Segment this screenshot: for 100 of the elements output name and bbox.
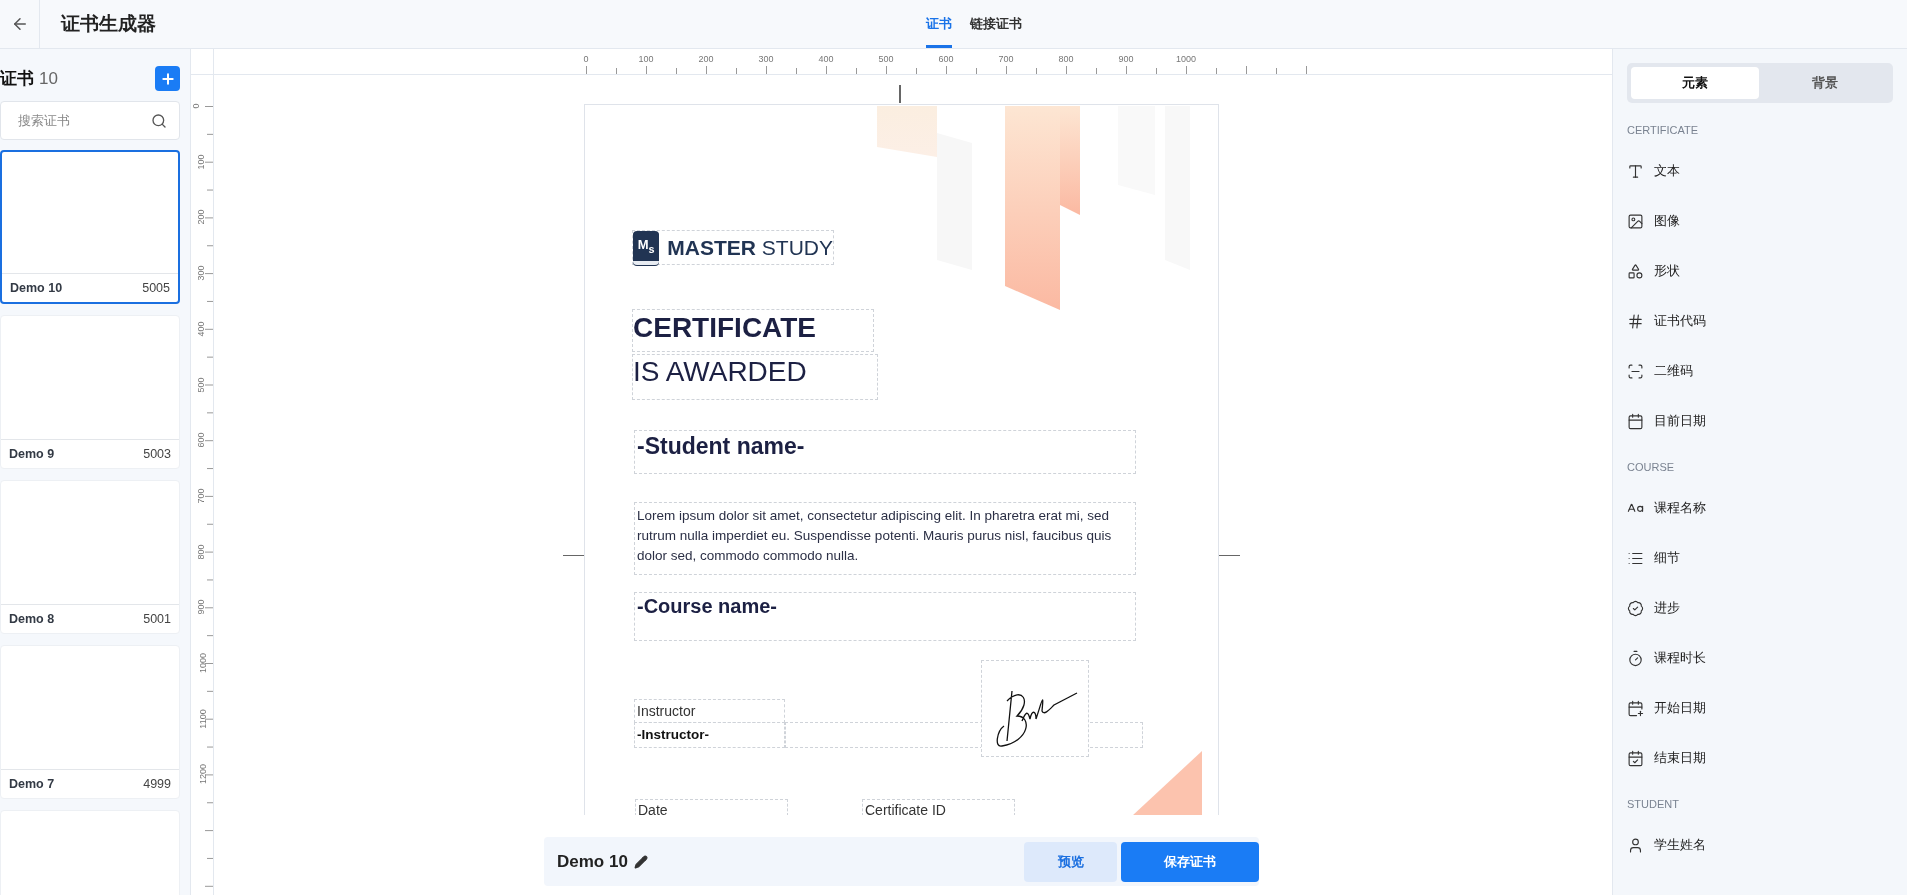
course-name-field[interactable]: -Course name-	[634, 592, 1136, 641]
ruler-label: 1100	[197, 709, 208, 729]
card-title: Demo 8	[9, 612, 55, 626]
panel-tab[interactable]: 背景	[1761, 67, 1889, 99]
search-field[interactable]: 搜索证书	[16, 112, 151, 129]
instructor-label: Instructor	[634, 699, 785, 723]
text-icon	[1627, 162, 1644, 180]
ruler-label: 1000	[1176, 54, 1196, 64]
element-label: 进步	[1654, 599, 1680, 617]
card-code: 5001	[143, 612, 171, 626]
scan-icon	[1627, 362, 1644, 380]
ruler-label: 0	[191, 103, 201, 109]
certificate-name: Demo 10	[557, 851, 628, 872]
certificate-card[interactable]: Demo 9 5003	[0, 315, 180, 469]
ruler-label: 500	[195, 377, 206, 392]
certificate-card[interactable]: Demo 7 4999	[0, 645, 180, 799]
description-text: Lorem ipsum dolor sit amet, consectetur adipiscing elit. In pharetra erat mi, sed rutrum nulla imperdiet eu. Suspendisse potenti. Mauris purus nisl, faucibus quis dolor sed, commodo commodo nulla.	[634, 502, 1136, 575]
element-label: 证书代码	[1654, 312, 1706, 330]
ruler-label: 600	[938, 54, 954, 64]
search-bar[interactable]: 搜索证书	[0, 101, 180, 140]
ruler-label: 400	[195, 321, 206, 337]
certificate-title: CERTIFICATE	[632, 309, 874, 352]
ruler-label: 1200	[198, 764, 208, 785]
edit-icon[interactable]	[633, 854, 648, 869]
student-name-field[interactable]: -Student name-	[634, 430, 1136, 474]
certificate-subtitle: IS AWARDED	[632, 354, 878, 400]
card-code: 4999	[143, 777, 171, 791]
ruler-label: 300	[195, 265, 206, 281]
element-label: 结束日期	[1654, 749, 1706, 767]
ruler-label: 1000	[198, 653, 208, 673]
guide-mark	[899, 85, 901, 103]
element-list-item[interactable]: 进步	[1627, 583, 1893, 633]
certificate-card[interactable]: Demo 8 5001	[0, 480, 180, 634]
element-label: 细节	[1654, 549, 1680, 567]
ruler-label: 200	[698, 54, 714, 64]
ruler-label: 200	[195, 209, 206, 225]
sidebar-title: 证书	[0, 69, 34, 88]
image-icon	[1627, 212, 1644, 230]
card-title: Demo 9	[9, 447, 55, 461]
element-list-item[interactable]: 细节	[1627, 533, 1893, 583]
ruler-label: 700	[998, 54, 1014, 64]
calendar-icon	[1627, 412, 1644, 430]
card-code: 5003	[143, 447, 171, 461]
ruler-label: 300	[758, 54, 774, 64]
element-list-item[interactable]: 形状	[1627, 246, 1893, 296]
ruler-label: 800	[195, 544, 206, 560]
element-label: 课程时长	[1654, 649, 1706, 667]
ruler-label: 700	[195, 488, 206, 504]
app-title: 证书生成器	[59, 12, 157, 36]
ruler-label: 500	[878, 54, 894, 64]
ruler-label: 900	[195, 599, 206, 615]
element-list-item[interactable]: 开始日期	[1627, 683, 1893, 733]
element-list-item[interactable]: 目前日期	[1627, 396, 1893, 446]
date-label: Date	[635, 799, 788, 815]
preview-button[interactable]: 预览	[1024, 841, 1117, 882]
add-button[interactable]	[155, 66, 180, 91]
ruler-label: 100	[195, 154, 206, 170]
section-title: CERTIFICATE	[1627, 122, 1700, 138]
card-code: 5005	[142, 281, 170, 295]
element-list-item[interactable]: 文本	[1627, 146, 1893, 196]
certificate-card[interactable]: Demo 10 5005	[0, 150, 180, 304]
instructor-name-field[interactable]: -Instructor-	[634, 722, 785, 748]
element-list-item[interactable]: 证书代码	[1627, 296, 1893, 346]
guide-mark	[563, 555, 584, 556]
element-list-item[interactable]: 二维码	[1627, 346, 1893, 396]
calendar-plus-icon	[1627, 699, 1644, 717]
plus-icon	[159, 70, 176, 87]
panel-tab[interactable]: 元素	[1631, 67, 1759, 99]
element-label: 课程名称	[1654, 499, 1706, 517]
certificate-id-label: Certificate ID	[862, 799, 1015, 815]
logo-text: MASTER STUDY	[667, 235, 833, 260]
element-label: 文本	[1654, 162, 1680, 180]
card-title: Demo 7	[9, 777, 55, 791]
element-label: 二维码	[1654, 362, 1693, 380]
header-tab[interactable]: 链接证书	[969, 0, 1022, 48]
check-badge-icon	[1627, 599, 1644, 617]
book-logo-icon: M$_{s}$	[633, 230, 660, 265]
element-label: 目前日期	[1654, 412, 1706, 430]
element-list-item[interactable]: 学生姓名	[1627, 820, 1893, 870]
ruler-label: 600	[195, 432, 206, 448]
element-list-item[interactable]: 图像	[1627, 196, 1893, 246]
element-list-item[interactable]: 课程时长	[1627, 633, 1893, 683]
ruler-label: 900	[1118, 54, 1134, 64]
element-label: 开始日期	[1654, 699, 1706, 717]
search-icon	[151, 112, 167, 129]
element-label: 形状	[1654, 262, 1680, 280]
section-title: COURSE	[1627, 459, 1676, 475]
ruler-label: 800	[1058, 54, 1074, 64]
element-label: 图像	[1654, 212, 1680, 230]
shapes-icon	[1627, 262, 1644, 280]
element-list-item[interactable]: 课程名称	[1627, 483, 1893, 533]
corner-triangle-drawing	[1132, 751, 1202, 815]
guide-mark	[1219, 555, 1240, 556]
save-button[interactable]: 保存证书	[1121, 841, 1259, 882]
number-sign-icon	[1627, 312, 1644, 330]
element-list-item[interactable]: 结束日期	[1627, 733, 1893, 783]
ruler-label: 0	[583, 54, 589, 64]
timer-icon	[1627, 649, 1644, 667]
section-title: STUDENT	[1627, 796, 1680, 812]
certificate-count: 10	[39, 69, 58, 88]
